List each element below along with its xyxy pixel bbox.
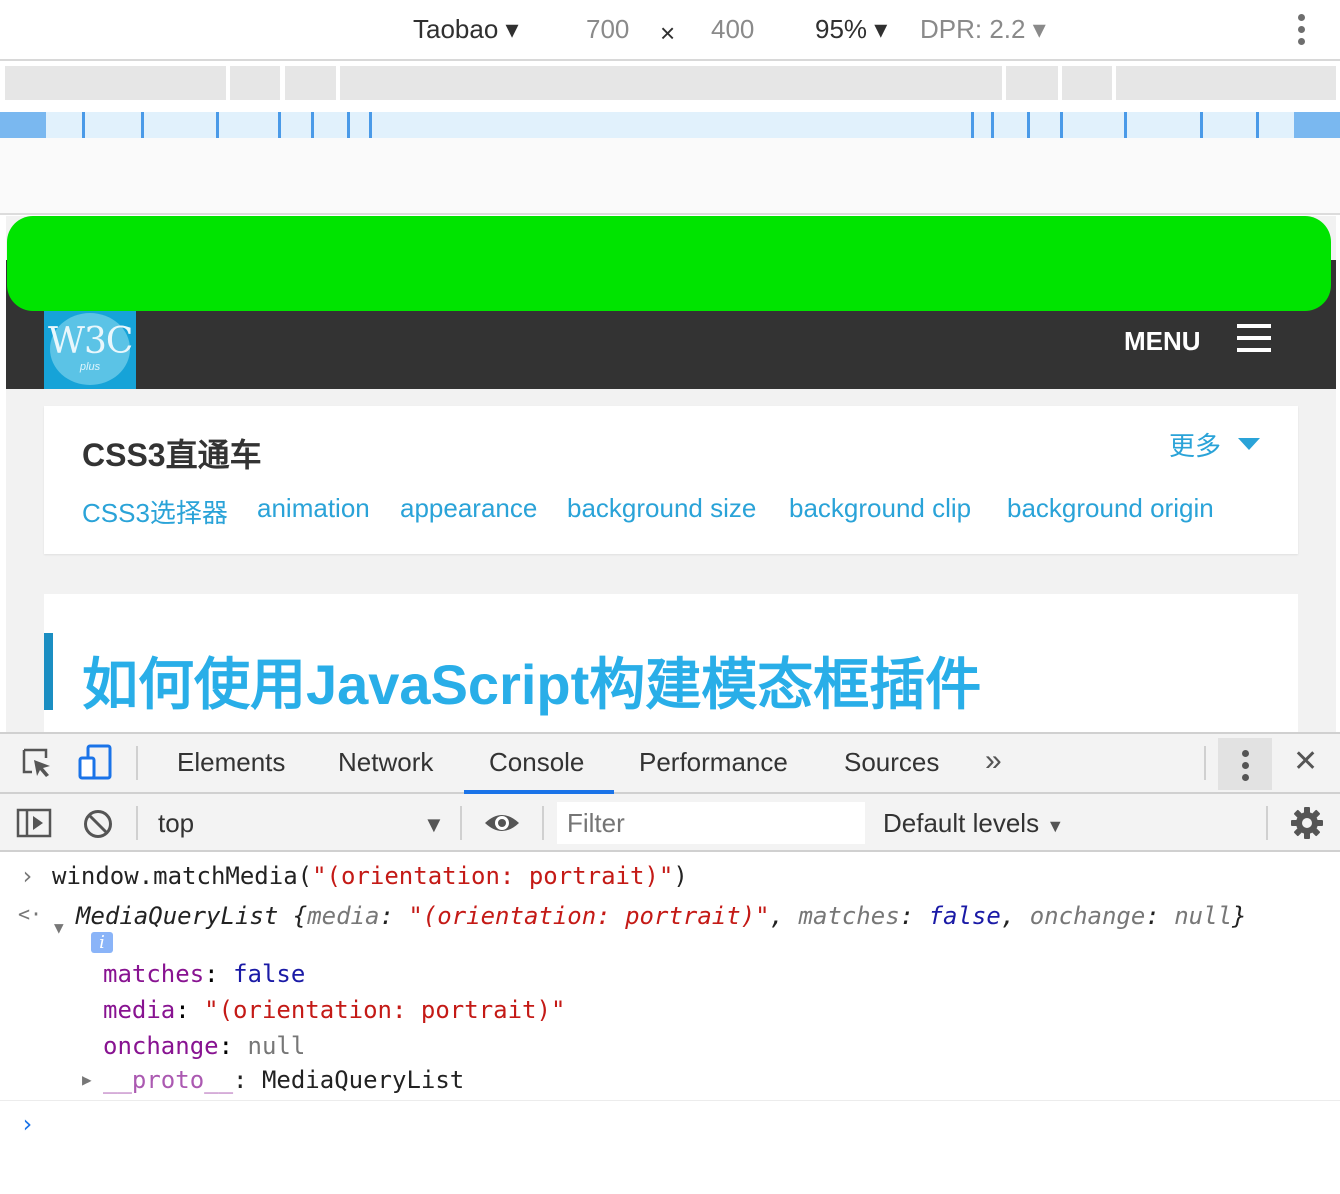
- settings-gear-icon[interactable]: [1290, 806, 1324, 840]
- site-logo[interactable]: W3C plus: [44, 311, 136, 389]
- more-options-icon[interactable]: [1296, 14, 1306, 48]
- menu-button[interactable]: MENU: [1124, 326, 1201, 357]
- article-title[interactable]: 如何使用JavaScript构建模态框插件: [82, 640, 981, 721]
- toolbar-spacer: [0, 138, 1340, 215]
- tab-performance[interactable]: Performance: [639, 747, 788, 778]
- prop-row: matches: false: [103, 960, 306, 988]
- log-levels-select[interactable]: Default levels ▼: [883, 808, 1064, 839]
- height-input[interactable]: 400: [711, 14, 754, 45]
- card-title: CSS3直通车: [82, 437, 262, 473]
- result-arrow-icon: <·: [18, 902, 43, 926]
- close-icon[interactable]: ✕: [1293, 744, 1318, 779]
- dpr-select[interactable]: DPR: 2.2 ▾: [920, 14, 1046, 45]
- tab-network[interactable]: Network: [338, 747, 433, 778]
- tag-link[interactable]: CSS3选择器: [82, 493, 228, 530]
- tab-elements[interactable]: Elements: [177, 747, 285, 778]
- media-query-bar-ranges[interactable]: [0, 62, 1340, 102]
- console-separator: [0, 1100, 1340, 1101]
- prop-row: onchange: null: [103, 1032, 306, 1060]
- device-select[interactable]: Taobao ▾: [413, 14, 519, 45]
- prop-row: media: "(orientation: portrait)": [103, 996, 566, 1024]
- collapse-triangle-icon[interactable]: ▼: [54, 918, 64, 937]
- sidebar-toggle-icon[interactable]: [16, 808, 52, 838]
- more-tabs-icon[interactable]: »: [985, 744, 1002, 778]
- tag-link[interactable]: background clip: [789, 493, 971, 524]
- width-input[interactable]: 700: [586, 14, 629, 45]
- zoom-select[interactable]: 95% ▾: [815, 14, 887, 45]
- tab-sources[interactable]: Sources: [844, 747, 939, 778]
- console-prompt-icon[interactable]: ›: [20, 1110, 34, 1138]
- live-expression-eye-icon[interactable]: [483, 810, 521, 836]
- tag-link[interactable]: animation: [257, 493, 370, 524]
- times-icon: ×: [660, 18, 676, 48]
- hamburger-icon[interactable]: [1237, 324, 1271, 352]
- more-link[interactable]: 更多: [1169, 426, 1221, 463]
- tab-console[interactable]: Console: [489, 747, 584, 778]
- info-badge-icon[interactable]: i: [91, 932, 113, 953]
- tag-link[interactable]: background origin: [1007, 493, 1214, 524]
- result-summary[interactable]: MediaQueryList {media: "(orientation: po…: [76, 902, 1246, 930]
- devtools-menu-icon[interactable]: [1218, 738, 1272, 790]
- clear-console-icon[interactable]: [82, 808, 114, 840]
- device-toolbar-icon[interactable]: [78, 744, 114, 782]
- console-input-line[interactable]: window.matchMedia("(orientation: portrai…: [52, 862, 688, 890]
- inspect-element-icon[interactable]: [20, 746, 54, 780]
- css3-card: [44, 406, 1298, 554]
- expand-triangle-icon[interactable]: ▶: [82, 1070, 92, 1089]
- input-prompt-icon: ›: [20, 862, 35, 890]
- caret-down-icon[interactable]: [1238, 438, 1260, 450]
- media-query-bar-breakpoints[interactable]: [0, 112, 1340, 138]
- filter-input[interactable]: [557, 802, 865, 844]
- tag-link[interactable]: background size: [567, 493, 756, 524]
- context-dropdown-icon[interactable]: ▼: [423, 812, 445, 838]
- context-select[interactable]: top: [158, 808, 194, 839]
- highlight-bar: [7, 216, 1331, 311]
- title-accent-bar: [44, 633, 53, 710]
- tag-link[interactable]: appearance: [400, 493, 537, 524]
- prop-row-proto[interactable]: __proto__: MediaQueryList: [103, 1066, 464, 1094]
- device-toolbar: Taobao ▾ 700 × 400 95% ▾ DPR: 2.2 ▾: [0, 0, 1340, 61]
